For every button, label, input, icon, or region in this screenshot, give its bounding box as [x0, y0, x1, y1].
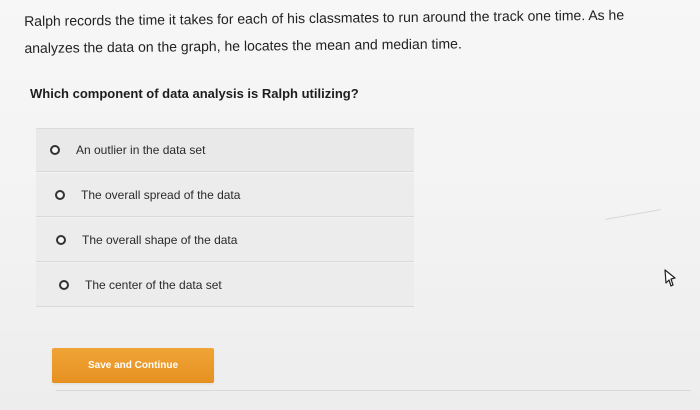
question-prompt: Which component of data analysis is Ralp… [30, 86, 359, 101]
question-text: Ralph records the time it takes for each… [24, 6, 625, 56]
answer-option-shape[interactable]: The overall shape of the data [36, 218, 414, 262]
answer-option-label: The overall spread of the data [81, 187, 241, 202]
answer-option-outlier[interactable]: An outlier in the data set [36, 128, 414, 172]
answer-option-center[interactable]: The center of the data set [36, 263, 414, 307]
radio-button[interactable] [55, 189, 65, 200]
footer-divider [56, 390, 691, 391]
radio-button[interactable] [59, 279, 69, 290]
radio-button[interactable] [56, 234, 66, 245]
answer-option-label: The center of the data set [85, 277, 222, 292]
radio-button[interactable] [50, 145, 60, 155]
pointer-cursor-icon [664, 269, 676, 287]
background-line [605, 209, 661, 220]
answer-option-label: An outlier in the data set [76, 143, 206, 157]
save-and-continue-button[interactable]: Save and Continue [52, 348, 214, 383]
answer-option-label: The overall shape of the data [82, 232, 238, 247]
quiz-page: Ralph records the time it takes for each… [0, 0, 700, 410]
answer-option-spread[interactable]: The overall spread of the data [36, 173, 414, 217]
answer-options: An outlier in the data set The overall s… [36, 128, 414, 308]
